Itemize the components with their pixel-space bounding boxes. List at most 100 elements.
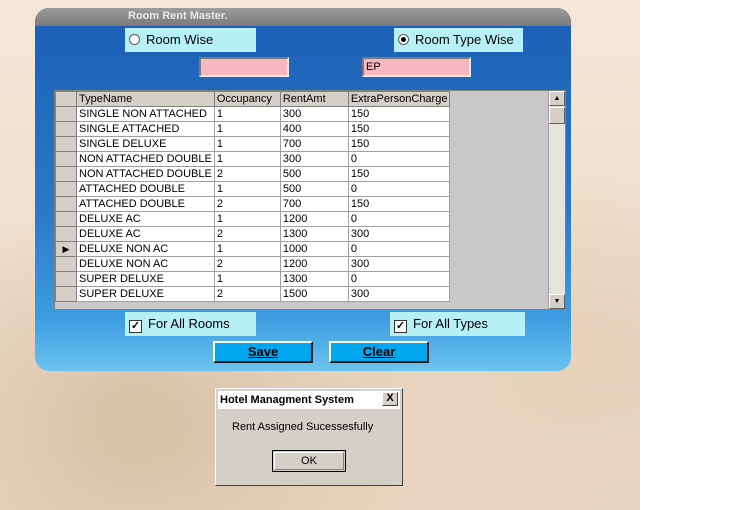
table-cell[interactable]: 300: [279, 151, 349, 167]
row-selector-cell[interactable]: [55, 226, 77, 242]
form-titlebar[interactable]: Room Rent Master.: [35, 8, 571, 26]
table-cell[interactable]: 1: [213, 181, 281, 197]
close-icon[interactable]: X: [382, 392, 398, 406]
table-cell[interactable]: 1000: [279, 241, 349, 257]
table-row[interactable]: DELUXE AC 2 1300 300: [55, 226, 451, 242]
table-cell[interactable]: 1200: [279, 256, 349, 272]
room-type-wise-radio-icon[interactable]: [398, 34, 409, 45]
dialog-titlebar[interactable]: Hotel Managment System X: [218, 391, 400, 409]
table-cell[interactable]: 2: [213, 286, 281, 302]
row-selector-cell[interactable]: ▶: [55, 241, 77, 257]
for-all-types-option[interactable]: ✓ For All Types: [390, 312, 525, 336]
for-all-rooms-option[interactable]: ✓ For All Rooms: [125, 312, 256, 336]
scroll-thumb[interactable]: [549, 107, 565, 124]
table-cell[interactable]: NON ATTACHED DOUBLE: [76, 166, 215, 182]
table-row[interactable]: NON ATTACHED DOUBLE 1 300 0: [55, 151, 451, 167]
table-cell[interactable]: 1: [213, 136, 281, 152]
table-cell[interactable]: DELUXE NON AC: [76, 256, 215, 272]
row-selector-cell[interactable]: [55, 106, 77, 122]
for-all-rooms-checkbox[interactable]: ✓: [129, 320, 142, 333]
table-cell[interactable]: 0: [347, 181, 451, 197]
table-cell[interactable]: 500: [279, 181, 349, 197]
row-selector-cell[interactable]: [55, 271, 77, 287]
room-type-input[interactable]: EP: [362, 57, 471, 77]
table-cell[interactable]: 1: [213, 241, 281, 257]
table-cell[interactable]: 150: [347, 121, 451, 137]
scroll-up-arrow-icon[interactable]: ▲: [549, 91, 565, 106]
row-selector-cell[interactable]: [55, 286, 77, 302]
table-row[interactable]: SUPER DELUXE 2 1500 300: [55, 286, 451, 302]
table-cell[interactable]: 0: [347, 211, 451, 227]
table-cell[interactable]: 1: [213, 121, 281, 137]
row-selector-cell[interactable]: [55, 256, 77, 272]
table-cell[interactable]: 700: [279, 136, 349, 152]
table-row[interactable]: ▶ DELUXE NON AC 1 1000 0: [55, 241, 451, 257]
room-input[interactable]: [199, 57, 289, 77]
grid-corner-cell[interactable]: [55, 91, 77, 107]
table-cell[interactable]: DELUXE AC: [76, 226, 215, 242]
table-cell[interactable]: SINGLE NON ATTACHED: [76, 106, 215, 122]
table-cell[interactable]: 1: [213, 151, 281, 167]
table-cell[interactable]: 1: [213, 271, 281, 287]
table-cell[interactable]: 1300: [279, 226, 349, 242]
table-cell[interactable]: 300: [347, 256, 451, 272]
ok-button[interactable]: OK: [272, 450, 346, 472]
row-selector-cell[interactable]: [55, 211, 77, 227]
for-all-types-checkbox[interactable]: ✓: [394, 320, 407, 333]
table-cell[interactable]: 1300: [279, 271, 349, 287]
rent-grid[interactable]: TypeName Occupancy RentAmt ExtraPersonCh…: [54, 90, 566, 310]
row-selector-cell[interactable]: [55, 196, 77, 212]
table-cell[interactable]: 1200: [279, 211, 349, 227]
table-row[interactable]: NON ATTACHED DOUBLE 2 500 150: [55, 166, 451, 182]
table-cell[interactable]: 700: [279, 196, 349, 212]
grid-vertical-scrollbar[interactable]: ▲ ▼: [548, 91, 565, 309]
table-cell[interactable]: SINGLE ATTACHED: [76, 121, 215, 137]
table-cell[interactable]: SUPER DELUXE: [76, 271, 215, 287]
table-row[interactable]: SUPER DELUXE 1 1300 0: [55, 271, 451, 287]
table-cell[interactable]: 1: [213, 211, 281, 227]
column-header-rentamt[interactable]: RentAmt: [279, 91, 349, 107]
table-row[interactable]: DELUXE AC 1 1200 0: [55, 211, 451, 227]
table-row[interactable]: SINGLE ATTACHED 1 400 150: [55, 121, 451, 137]
room-wise-radio-icon[interactable]: [129, 34, 140, 45]
table-cell[interactable]: 2: [213, 166, 281, 182]
table-cell[interactable]: 2: [213, 196, 281, 212]
save-button[interactable]: Save: [213, 341, 313, 363]
table-cell[interactable]: 150: [347, 106, 451, 122]
table-cell[interactable]: 1500: [279, 286, 349, 302]
table-cell[interactable]: 0: [347, 271, 451, 287]
table-cell[interactable]: 400: [279, 121, 349, 137]
table-cell[interactable]: 500: [279, 166, 349, 182]
table-row[interactable]: ATTACHED DOUBLE 2 700 150: [55, 196, 451, 212]
table-cell[interactable]: SINGLE DELUXE: [76, 136, 215, 152]
row-selector-cell[interactable]: [55, 121, 77, 137]
table-cell[interactable]: 0: [347, 241, 451, 257]
table-cell[interactable]: 1: [213, 106, 281, 122]
table-row[interactable]: DELUXE NON AC 2 1200 300: [55, 256, 451, 272]
table-cell[interactable]: 150: [347, 136, 451, 152]
table-cell[interactable]: SUPER DELUXE: [76, 286, 215, 302]
table-cell[interactable]: 0: [347, 151, 451, 167]
room-type-wise-option[interactable]: Room Type Wise: [394, 28, 523, 52]
room-wise-option[interactable]: Room Wise: [125, 28, 256, 52]
table-cell[interactable]: 300: [347, 286, 451, 302]
table-cell[interactable]: 150: [347, 196, 451, 212]
clear-button[interactable]: Clear: [329, 341, 429, 363]
row-selector-cell[interactable]: [55, 151, 77, 167]
column-header-extrapersoncharge[interactable]: ExtraPersonCharge: [347, 91, 451, 107]
table-cell[interactable]: 300: [347, 226, 451, 242]
table-cell[interactable]: 2: [213, 256, 281, 272]
table-cell[interactable]: 2: [213, 226, 281, 242]
table-cell[interactable]: DELUXE AC: [76, 211, 215, 227]
scroll-down-arrow-icon[interactable]: ▼: [549, 294, 565, 309]
table-cell[interactable]: 300: [279, 106, 349, 122]
table-cell[interactable]: DELUXE NON AC: [76, 241, 215, 257]
table-cell[interactable]: ATTACHED DOUBLE: [76, 196, 215, 212]
row-selector-cell[interactable]: [55, 181, 77, 197]
table-cell[interactable]: 150: [347, 166, 451, 182]
table-cell[interactable]: NON ATTACHED DOUBLE: [76, 151, 215, 167]
table-row[interactable]: ATTACHED DOUBLE 1 500 0: [55, 181, 451, 197]
table-row[interactable]: SINGLE DELUXE 1 700 150: [55, 136, 451, 152]
table-cell[interactable]: ATTACHED DOUBLE: [76, 181, 215, 197]
row-selector-cell[interactable]: [55, 136, 77, 152]
